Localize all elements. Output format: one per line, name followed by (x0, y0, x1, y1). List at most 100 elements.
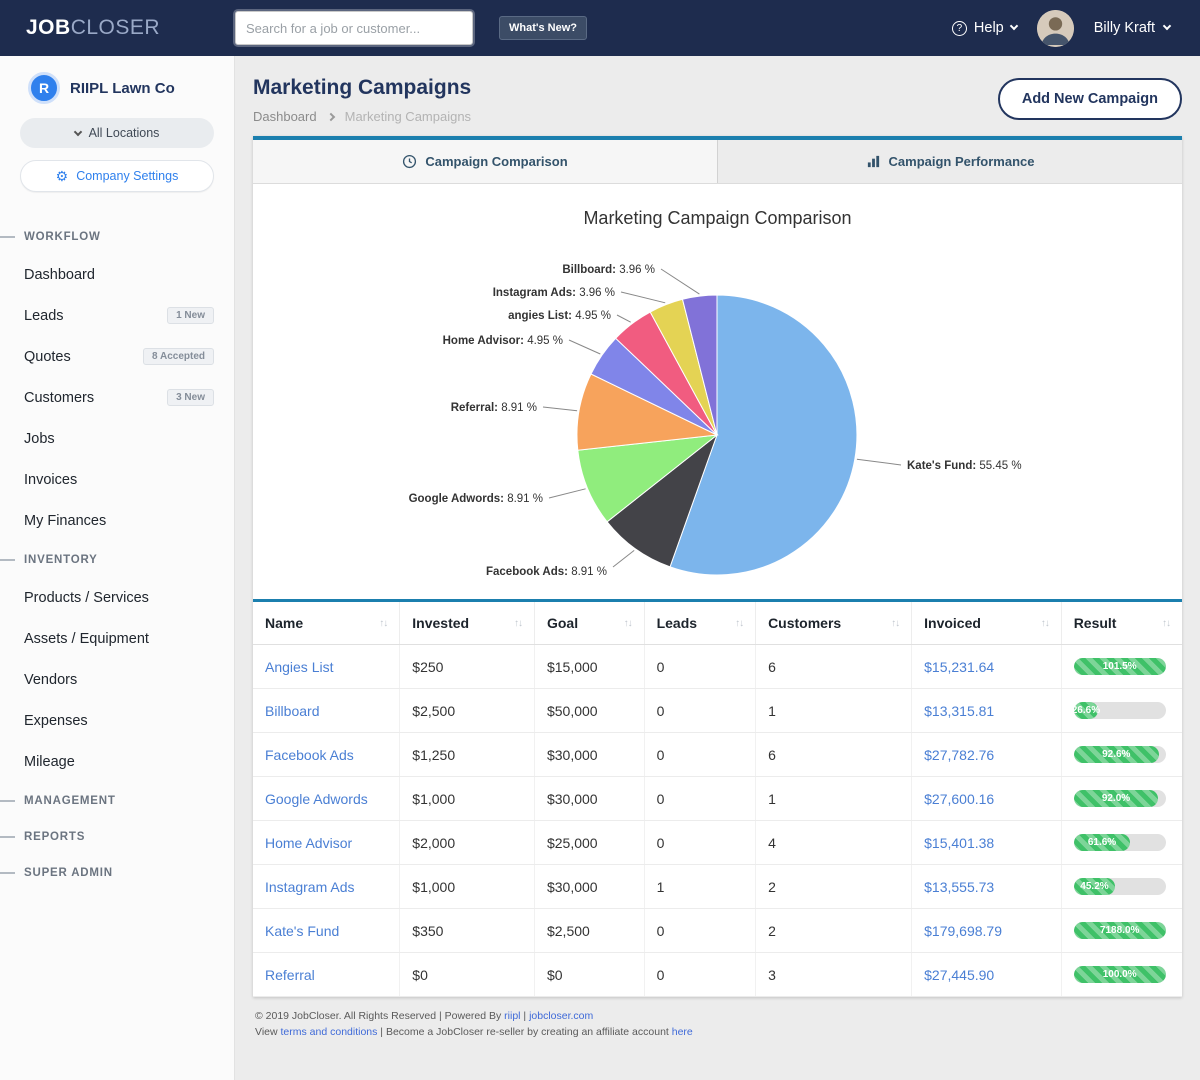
sidebar-item-label: Quotes (24, 349, 71, 365)
invoiced-link[interactable]: $27,445.90 (924, 967, 994, 983)
add-new-campaign-button[interactable]: Add New Campaign (998, 78, 1182, 120)
campaign-name-link[interactable]: Home Advisor (265, 835, 352, 851)
company-settings-button[interactable]: ⚙ Company Settings (20, 160, 214, 192)
pie-label: Billboard: 3.96 % (562, 264, 655, 276)
cell-customers: 6 (756, 733, 912, 777)
invoiced-link[interactable]: $13,555.73 (924, 879, 994, 895)
cell-goal: $30,000 (534, 865, 644, 909)
terms-link[interactable]: terms and conditions (281, 1026, 378, 1038)
col-header-label: Invoiced (924, 615, 981, 631)
sidebar-item-expenses[interactable]: Expenses (0, 700, 234, 741)
invoiced-link[interactable]: $27,782.76 (924, 747, 994, 763)
section-label: REPORTS (24, 831, 85, 843)
sidebar-item-label: Assets / Equipment (24, 631, 149, 647)
sidebar-item-assets-equipment[interactable]: Assets / Equipment (0, 618, 234, 659)
footer-separator: | (521, 1010, 530, 1022)
cell-leads: 0 (644, 733, 755, 777)
sidebar-section-management[interactable]: MANAGEMENT (0, 782, 234, 818)
campaign-card: Campaign Comparison Campaign Performance… (253, 136, 1182, 997)
sidebar-item-vendors[interactable]: Vendors (0, 659, 234, 700)
cell-result: 101.5% (1061, 645, 1182, 689)
sidebar-item-quotes[interactable]: Quotes8 Accepted (0, 336, 234, 377)
col-header-name[interactable]: Name↑↓ (253, 601, 400, 645)
page-header: Marketing Campaigns Dashboard Marketing … (253, 74, 1182, 124)
section-label: INVENTORY (24, 554, 98, 566)
invoiced-link[interactable]: $15,401.38 (924, 835, 994, 851)
section-dash (0, 836, 15, 838)
cell: $15,401.38 (912, 821, 1062, 865)
pie-label: Google Adwords: 8.91 % (409, 493, 543, 505)
pie-label: Kate's Fund: 55.45 % (907, 460, 1022, 472)
sidebar-section-super-admin[interactable]: SUPER ADMIN (0, 854, 234, 890)
campaign-name-link[interactable]: Angies List (265, 659, 333, 675)
campaign-name-link[interactable]: Referral (265, 967, 315, 983)
app-logo[interactable]: JOBCLOSER (0, 16, 235, 40)
breadcrumb: Dashboard Marketing Campaigns (253, 109, 471, 124)
cell-customers: 1 (756, 777, 912, 821)
invoiced-link[interactable]: $179,698.79 (924, 923, 1002, 939)
search-input[interactable] (235, 11, 473, 45)
riipl-link[interactable]: riipl (504, 1010, 520, 1022)
sidebar-item-jobs[interactable]: Jobs (0, 418, 234, 459)
col-header-goal[interactable]: Goal↑↓ (534, 601, 644, 645)
question-circle-icon: ? (952, 21, 967, 36)
col-header-result[interactable]: Result↑↓ (1061, 601, 1182, 645)
sidebar-section-reports[interactable]: REPORTS (0, 818, 234, 854)
cell: Facebook Ads (253, 733, 400, 777)
jobcloser-link[interactable]: jobcloser.com (529, 1010, 593, 1022)
whats-new-button[interactable]: What's New? (499, 16, 587, 40)
campaign-name-link[interactable]: Google Adwords (265, 791, 368, 807)
cell: Home Advisor (253, 821, 400, 865)
campaign-name-link[interactable]: Kate's Fund (265, 923, 339, 939)
campaigns-table: Name↑↓Invested↑↓Goal↑↓Leads↑↓Customers↑↓… (253, 599, 1182, 997)
campaign-name-link[interactable]: Instagram Ads (265, 879, 355, 895)
sidebar-item-leads[interactable]: Leads1 New (0, 295, 234, 336)
sidebar-section-inventory[interactable]: INVENTORY (0, 541, 234, 577)
cell-result: 45.2% (1061, 865, 1182, 909)
result-bar: 101.5% (1074, 658, 1166, 675)
chevron-right-icon (326, 112, 334, 120)
sidebar-item-label: Expenses (24, 713, 88, 729)
cell-goal: $2,500 (534, 909, 644, 953)
help-menu[interactable]: ? Help (952, 20, 1017, 36)
invoiced-link[interactable]: $27,600.16 (924, 791, 994, 807)
invoiced-link[interactable]: $15,231.64 (924, 659, 994, 675)
sidebar-item-my-finances[interactable]: My Finances (0, 500, 234, 541)
sidebar-item-mileage[interactable]: Mileage (0, 741, 234, 782)
tab-campaign-comparison[interactable]: Campaign Comparison (253, 140, 717, 183)
tab-bar: Campaign Comparison Campaign Performance (253, 140, 1182, 184)
invoiced-link[interactable]: $13,315.81 (924, 703, 994, 719)
topbar-right: ? Help Billy Kraft (952, 10, 1200, 47)
company-initial: R (39, 80, 49, 96)
clock-icon (402, 154, 417, 169)
sidebar-item-products-services[interactable]: Products / Services (0, 577, 234, 618)
sidebar-item-customers[interactable]: Customers3 New (0, 377, 234, 418)
page-title: Marketing Campaigns (253, 76, 471, 100)
sort-icon: ↑↓ (514, 618, 522, 629)
user-menu[interactable]: Billy Kraft (1094, 20, 1170, 36)
chevron-down-icon (1010, 22, 1018, 30)
chevron-down-icon (73, 127, 81, 135)
all-locations-dropdown[interactable]: All Locations (20, 118, 214, 148)
col-header-customers[interactable]: Customers↑↓ (756, 601, 912, 645)
avatar[interactable] (1037, 10, 1074, 47)
col-header-invoiced[interactable]: Invoiced↑↓ (912, 601, 1062, 645)
col-header-leads[interactable]: Leads↑↓ (644, 601, 755, 645)
breadcrumb-dashboard[interactable]: Dashboard (253, 109, 317, 124)
campaign-name-link[interactable]: Facebook Ads (265, 747, 354, 763)
col-header-invested[interactable]: Invested↑↓ (400, 601, 535, 645)
badge: 1 New (167, 307, 214, 324)
result-bar: 26.6% (1074, 702, 1166, 719)
affiliate-link[interactable]: here (672, 1026, 693, 1038)
sidebar-item-label: Dashboard (24, 267, 95, 283)
tab-campaign-performance[interactable]: Campaign Performance (717, 140, 1182, 183)
campaign-name-link[interactable]: Billboard (265, 703, 319, 719)
section-label: MANAGEMENT (24, 795, 116, 807)
sidebar-item-dashboard[interactable]: Dashboard (0, 254, 234, 295)
sidebar-item-invoices[interactable]: Invoices (0, 459, 234, 500)
result-bar: 92.0% (1074, 790, 1166, 807)
cell: $13,315.81 (912, 689, 1062, 733)
cell-invested: $2,500 (400, 689, 535, 733)
table-row: Kate's Fund$350$2,50002$179,698.797188.0… (253, 909, 1182, 953)
sidebar-section-workflow[interactable]: WORKFLOW (0, 218, 234, 254)
